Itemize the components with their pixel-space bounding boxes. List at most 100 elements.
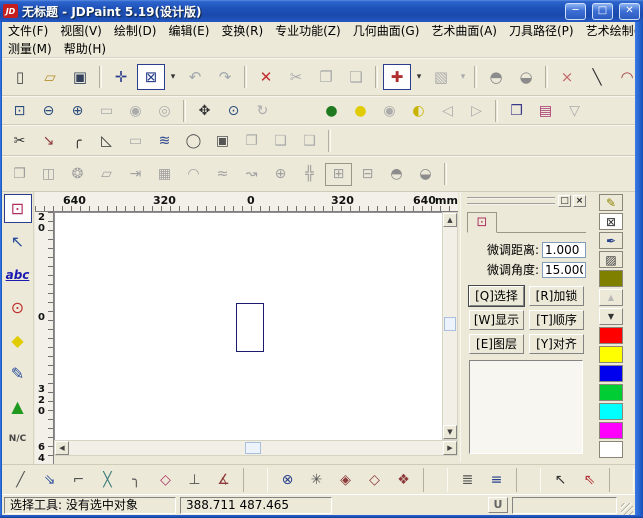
remove-point-button[interactable]: ⇖ <box>577 468 602 492</box>
menu-draw[interactable]: 绘制(D) <box>108 22 163 40</box>
pan-view-button[interactable]: ✥ <box>191 99 218 122</box>
trim-curve-button[interactable]: ↘ <box>35 129 62 152</box>
panel-header[interactable]: □ × <box>463 194 588 209</box>
snap-corner-button[interactable]: ⌐ <box>66 468 91 492</box>
layer-manager-button[interactable]: ❒ <box>503 99 530 122</box>
pattern-fill-button[interactable]: ▨ <box>599 251 623 268</box>
swatch-yellow[interactable] <box>599 346 623 363</box>
snap-cross-button[interactable]: ╳ <box>95 468 120 492</box>
open-file-button[interactable]: ▱ <box>36 64 64 90</box>
vertical-scrollbar[interactable]: ▲ ▼ <box>442 212 458 440</box>
layer-list-button[interactable]: ▤ <box>532 99 559 122</box>
maximize-button[interactable]: □ <box>592 3 613 20</box>
pen-color-button[interactable]: ✎ <box>599 194 623 211</box>
menu-help[interactable]: 帮助(H) <box>58 40 112 58</box>
axis-move-dropdown[interactable]: ▾ <box>413 64 425 90</box>
zoom-in-button[interactable]: ⊕ <box>64 99 91 122</box>
scroll-up-button[interactable]: ▲ <box>443 213 457 227</box>
panel-empty-list[interactable] <box>469 360 583 454</box>
close-button[interactable]: ✕ <box>619 3 640 20</box>
scroll-down-button[interactable]: ▼ <box>443 425 457 439</box>
menu-edit[interactable]: 编辑(E) <box>162 22 215 40</box>
fillet-button[interactable]: ╭ <box>64 129 91 152</box>
brush-tool-button[interactable]: ✎ <box>4 359 32 388</box>
surface-cup-button[interactable]: ◒ <box>512 64 540 90</box>
snap-center-button[interactable]: ⊗ <box>275 468 300 492</box>
select-tool-button[interactable]: ⊡ <box>4 194 32 223</box>
menu-pro-functions[interactable]: 专业功能(Z) <box>269 22 347 40</box>
snap-intersection-button[interactable]: ⇘ <box>37 468 62 492</box>
snap-arc-corner-button[interactable]: ╮ <box>124 468 149 492</box>
resize-grip[interactable] <box>621 503 633 515</box>
snap-quadrant-button[interactable]: ◇ <box>153 468 178 492</box>
minimize-button[interactable]: ─ <box>565 3 586 20</box>
ellipse-tool-button[interactable]: ◯ <box>180 129 207 152</box>
tab-selection[interactable]: ⊡ <box>467 212 497 233</box>
zoom-actual-size-button[interactable]: ⊙ <box>220 99 247 122</box>
snap-tangent-button[interactable]: ∡ <box>211 468 236 492</box>
offset-curve-button[interactable]: ▣ <box>209 129 236 152</box>
snap-grid-button[interactable]: ◇ <box>362 468 387 492</box>
swatch-green[interactable] <box>599 384 623 401</box>
shape-warp-tool-button[interactable]: ⊙ <box>4 293 32 322</box>
lock-button[interactable]: [R]加锁 <box>529 286 584 306</box>
snap-grid-center-button[interactable]: ❖ <box>391 468 416 492</box>
menu-art-surface[interactable]: 艺术曲面(A) <box>425 22 503 40</box>
light-yellow-button[interactable]: ● <box>347 99 374 122</box>
drawing-canvas[interactable] <box>54 212 442 440</box>
axis-move-button[interactable]: ✚ <box>383 64 411 90</box>
toggle-light-button[interactable]: ◐ <box>405 99 432 122</box>
align-button[interactable]: [Y]对齐 <box>529 334 584 354</box>
no-color-button[interactable]: ⊠ <box>599 213 623 230</box>
draw-point-button[interactable]: × <box>553 64 581 90</box>
select-mode-button[interactable]: [Q]选择 <box>469 286 524 306</box>
vertical-scroll-thumb[interactable] <box>444 317 456 331</box>
swatch-cyan[interactable] <box>599 403 623 420</box>
node-edit-tool-button[interactable]: ↖ <box>4 227 32 256</box>
drawn-rectangle[interactable] <box>236 303 264 352</box>
menu-file[interactable]: 文件(F) <box>2 22 54 40</box>
nudge-angle-input[interactable] <box>542 262 586 278</box>
menu-toolpath[interactable]: 刀具路径(P) <box>503 22 580 40</box>
menu-measure[interactable]: 测量(M) <box>2 40 58 58</box>
crosshair-origin-button[interactable]: ✛ <box>107 64 135 90</box>
extend-curve-button[interactable]: ≋ <box>151 129 178 152</box>
horizontal-scrollbar[interactable]: ◀ ▶ <box>54 440 458 456</box>
cut-curve-button[interactable]: ✂ <box>6 129 33 152</box>
draw-line-button[interactable]: ╲ <box>583 64 611 90</box>
snap-layer-button[interactable]: ≣ <box>455 468 480 492</box>
snap-perpendicular-button[interactable]: ⊥ <box>182 468 207 492</box>
nudge-distance-input[interactable] <box>542 242 586 258</box>
new-document-button[interactable]: ▯ <box>6 64 34 90</box>
snap-axis-button[interactable]: ✳ <box>304 468 329 492</box>
panel-maximize-button[interactable]: □ <box>558 195 571 207</box>
snap-layer-all-button[interactable]: ≡ <box>484 468 509 492</box>
delete-button[interactable]: ✕ <box>252 64 280 90</box>
save-button[interactable]: ▣ <box>66 64 94 90</box>
swatch-blue[interactable] <box>599 365 623 382</box>
snap-grid-45-button[interactable]: ◈ <box>333 468 358 492</box>
selection-mode-button[interactable]: ⊠ <box>137 64 165 90</box>
swatch-red[interactable] <box>599 327 623 344</box>
unit-toggle-button[interactable]: U <box>488 497 508 513</box>
panel-close-button[interactable]: × <box>573 195 586 207</box>
horizontal-scroll-thumb[interactable] <box>245 442 261 454</box>
menu-view[interactable]: 视图(V) <box>54 22 108 40</box>
swatch-magenta[interactable] <box>599 422 623 439</box>
surface-dome-button[interactable]: ◓ <box>482 64 510 90</box>
light-green-button[interactable]: ● <box>318 99 345 122</box>
text-tool-button[interactable]: abc <box>4 260 32 289</box>
menu-art-draw[interactable]: 艺术绘制(Y) <box>580 22 643 40</box>
fill-color-tool-button[interactable]: ◆ <box>4 326 32 355</box>
panel-grip[interactable] <box>467 197 555 205</box>
menu-geometric-surface[interactable]: 几何曲面(G) <box>347 22 426 40</box>
relief-tool-button[interactable]: ▲ <box>4 392 32 421</box>
zoom-out-button[interactable]: ⊖ <box>35 99 62 122</box>
nc-tool-button[interactable]: N/C <box>4 425 32 454</box>
swatch-white[interactable] <box>599 441 623 458</box>
pick-point-button[interactable]: ↖ <box>548 468 573 492</box>
layer-button[interactable]: [E]图层 <box>469 334 524 354</box>
selection-mode-dropdown[interactable]: ▾ <box>167 64 179 90</box>
order-button[interactable]: [T]顺序 <box>529 310 584 330</box>
snap-endpoint-button[interactable]: ╱ <box>8 468 33 492</box>
